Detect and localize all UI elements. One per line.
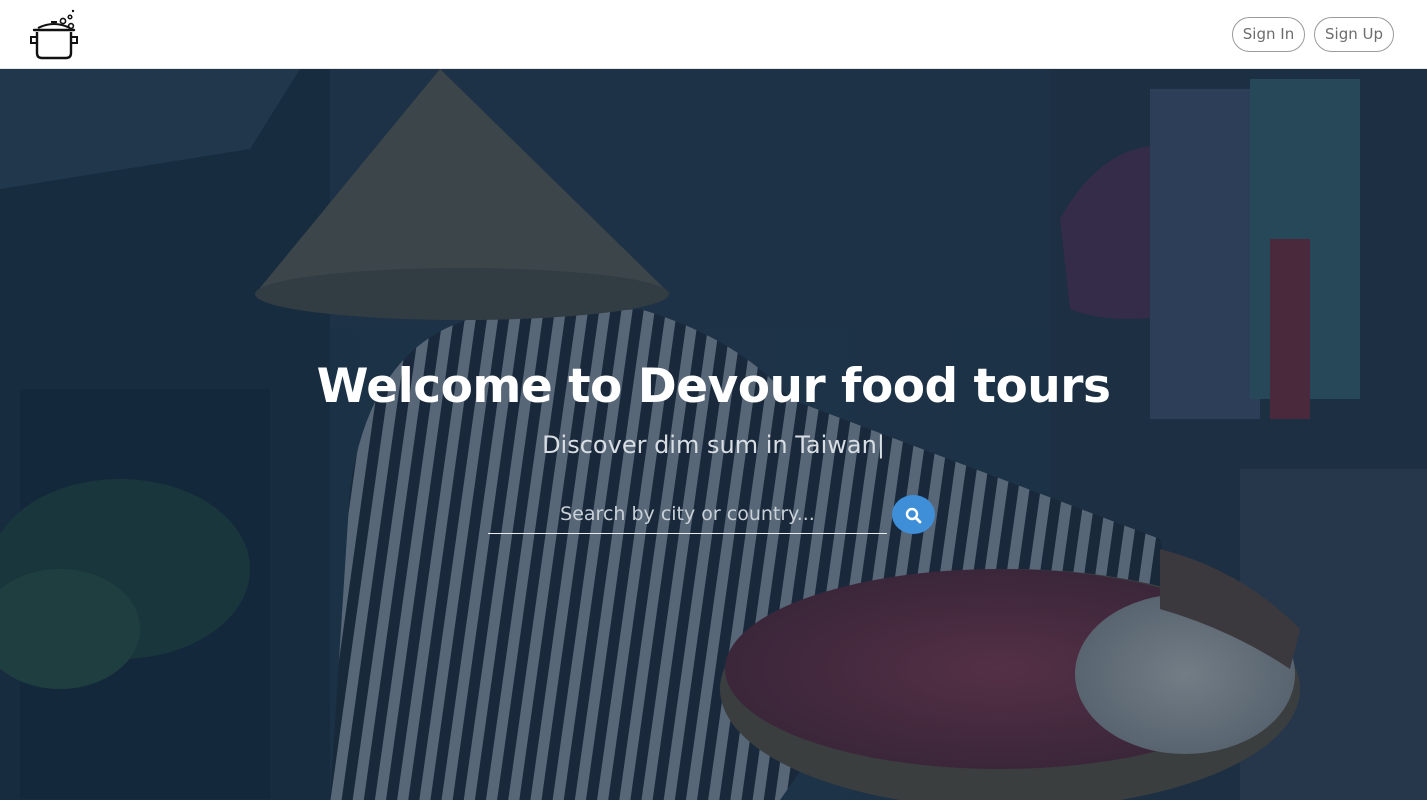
typing-cursor: | — [876, 431, 885, 459]
hero-title: Welcome to Devour food tours — [316, 359, 1111, 414]
hero-section: Welcome to Devour food tours Discover di… — [0, 69, 1427, 800]
search-button[interactable] — [892, 495, 935, 534]
cooking-pot-icon[interactable] — [28, 8, 80, 62]
hero-subtitle-text: Discover dim sum in Taiwan — [542, 431, 877, 459]
search-icon — [905, 507, 922, 524]
search-input[interactable] — [488, 494, 887, 534]
hero-subtitle: Discover dim sum in Taiwan| — [0, 431, 1427, 459]
sign-up-button[interactable]: Sign Up — [1314, 17, 1394, 52]
sign-in-button[interactable]: Sign In — [1232, 17, 1305, 52]
top-navbar: Sign In Sign Up — [0, 0, 1427, 69]
